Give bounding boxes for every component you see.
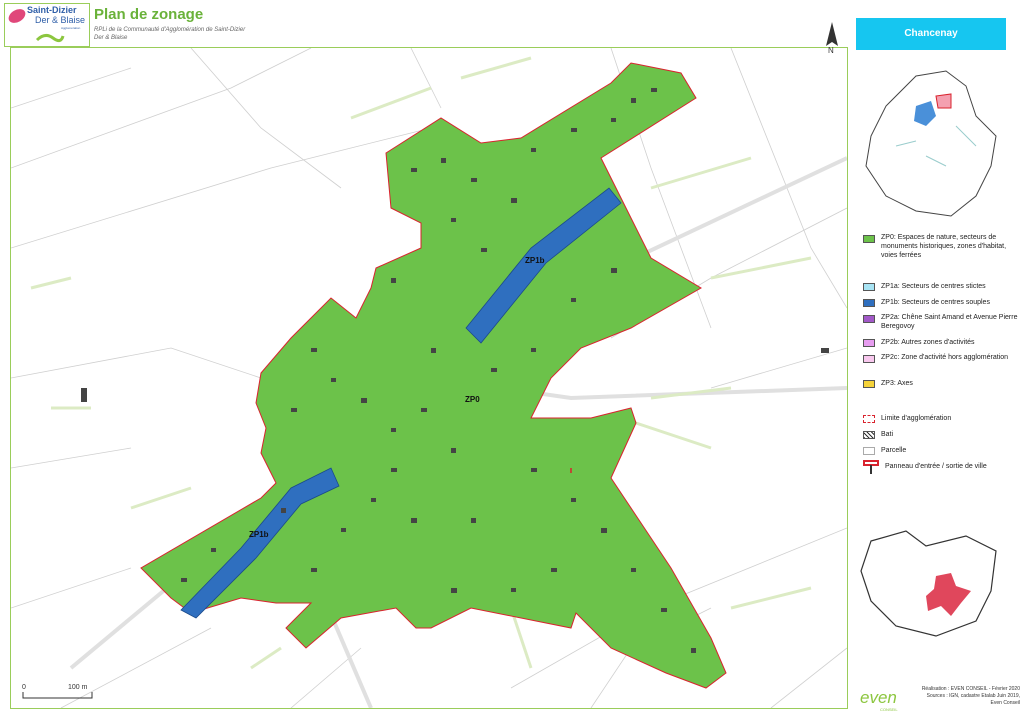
legend-swatch-zp3: [863, 380, 875, 388]
locator-map-agglomeration: [865, 70, 997, 217]
legend-label-parcelle: Parcelle: [881, 447, 907, 454]
legend-swatch-zp1a: [863, 283, 875, 291]
locator-map-commune: [860, 530, 997, 637]
legend-label-zp1a: ZP1a: Secteurs de centres stictes: [881, 283, 986, 290]
north-label: N: [828, 46, 834, 55]
hatched-box-icon: [863, 431, 875, 439]
legend-swatch-zp2a: [863, 315, 875, 323]
credits-line-2: Sources : IGN, cadastre Etalab Juin 2019…: [926, 693, 1020, 699]
legend-label-zp0: ZP0: Espaces de nature, secteurs de monu…: [881, 234, 1007, 259]
zp0-zone: [140, 62, 727, 689]
logo-text-1: Saint-Dizier: [27, 5, 77, 15]
scale-start-label: 0: [22, 684, 26, 691]
legend-swatch-zp1b: [863, 299, 875, 307]
credits-line-3: Even Conseil: [990, 700, 1020, 706]
zoning-map[interactable]: ZP1b ZP0 ZP1b: [10, 47, 848, 709]
legend-label-limit: Limite d'agglomération: [881, 415, 952, 422]
page-title: Plan de zonage: [94, 6, 204, 23]
sign-icon: [863, 460, 879, 474]
zone-label-zp1b-south: ZP1b: [249, 530, 269, 539]
legend-swatch-zp2c: [863, 355, 875, 363]
credits-line-1: Réalisation : EVEN CONSEIL - Février 202…: [921, 686, 1020, 692]
dashed-red-box-icon: [863, 415, 875, 423]
legend-label-bati: Bati: [881, 431, 894, 438]
agglomeration-logo: Saint-Dizier Der & Blaise Agglomération: [4, 3, 90, 47]
logo-wave-icon: [35, 33, 65, 43]
even-conseil-logo: even: [860, 688, 897, 707]
credits: Réalisation : EVEN CONSEIL - Février 202…: [912, 686, 1020, 707]
legend-label-zp1b: ZP1b: Secteurs de centres souples: [881, 299, 990, 306]
map-canvas: [11, 48, 847, 708]
legend-label-zp2a: ZP2a: Chêne Saint Amand et Avenue Pierre…: [881, 314, 1018, 330]
page-subtitle: RPLi de la Communauté d'Agglomération de…: [94, 27, 246, 41]
legend-panel: Chancenay ZP0: Espaces de nature, secteu…: [851, 16, 1021, 716]
legend-label-zp3: ZP3: Axes: [881, 380, 913, 387]
legend-label-zp2c: ZP2c: Zone d'activité hors agglomération: [881, 354, 1009, 361]
zone-label-zp1b-north: ZP1b: [525, 256, 545, 265]
scale-bar: [22, 692, 93, 699]
even-conseil-logo-sub: CONSEIL: [880, 707, 898, 712]
legend-label-sign: Panneau d'entrée / sortie de ville: [885, 463, 987, 470]
logo-text-3: Agglomération: [61, 26, 81, 30]
scale-end-label: 100 m: [68, 684, 88, 691]
commune-name-banner: Chancenay: [856, 18, 1006, 50]
zone-label-zp0: ZP0: [465, 395, 480, 404]
logo-leaf-icon: [8, 9, 26, 23]
legend-label-zp2b: ZP2b: Autres zones d'activités: [881, 339, 975, 346]
logo-text-2: Der & Blaise: [35, 15, 86, 25]
legend-swatch-zp2b: [863, 339, 875, 347]
empty-box-icon: [863, 447, 875, 455]
legend-swatch-zp0: [863, 235, 875, 243]
